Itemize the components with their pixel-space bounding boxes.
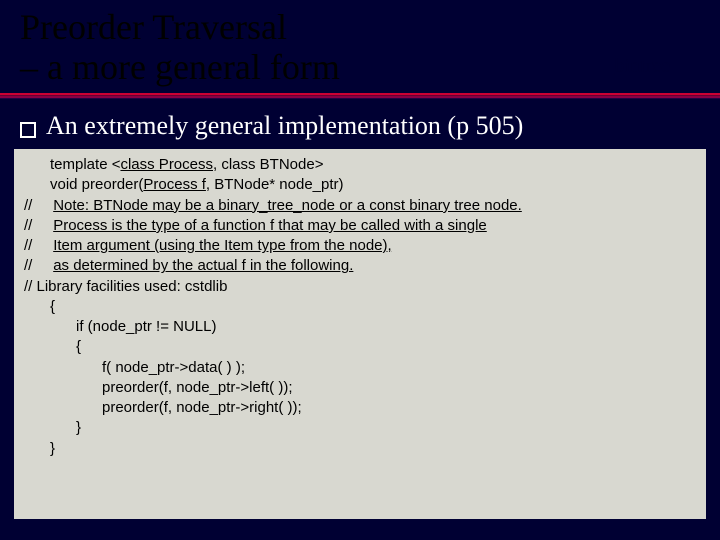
code-line: preorder(f, node_ptr->right( )); — [24, 398, 696, 418]
code-line: template <class Process, class BTNode> — [24, 155, 696, 175]
square-bullet-icon — [20, 122, 36, 138]
code-box: template <class Process, class BTNode> v… — [14, 149, 706, 519]
code-line: // Library facilities used: cstdlib — [24, 277, 696, 297]
bullet-text: An extremely general implementation (p 5… — [46, 111, 523, 141]
code-line: { — [24, 297, 696, 317]
code-line: } — [24, 418, 696, 438]
code-line: // Note: BTNode may be a binary_tree_nod… — [24, 196, 696, 216]
code-line: if (node_ptr != NULL) — [24, 317, 696, 337]
code-line: // as determined by the actual f in the … — [24, 256, 696, 276]
code-line: } — [24, 439, 696, 459]
code-line: void preorder(Process f, BTNode* node_pt… — [24, 175, 696, 195]
bintree-link[interactable]: bintree — [614, 55, 670, 78]
title-area: Preorder Traversal – a more general form — [0, 0, 720, 87]
code-line: f( node_ptr->data( ) ); — [24, 358, 696, 378]
bullet-row: An extremely general implementation (p 5… — [0, 99, 720, 147]
code-line: { — [24, 337, 696, 357]
code-line: preorder(f, node_ptr->left( )); — [24, 378, 696, 398]
code-line: // Process is the type of a function f t… — [24, 216, 696, 236]
slide-title-line2: – a more general form — [20, 48, 700, 88]
slide-title-line1: Preorder Traversal — [20, 8, 700, 48]
code-line: // Item argument (using the Item type fr… — [24, 236, 696, 256]
